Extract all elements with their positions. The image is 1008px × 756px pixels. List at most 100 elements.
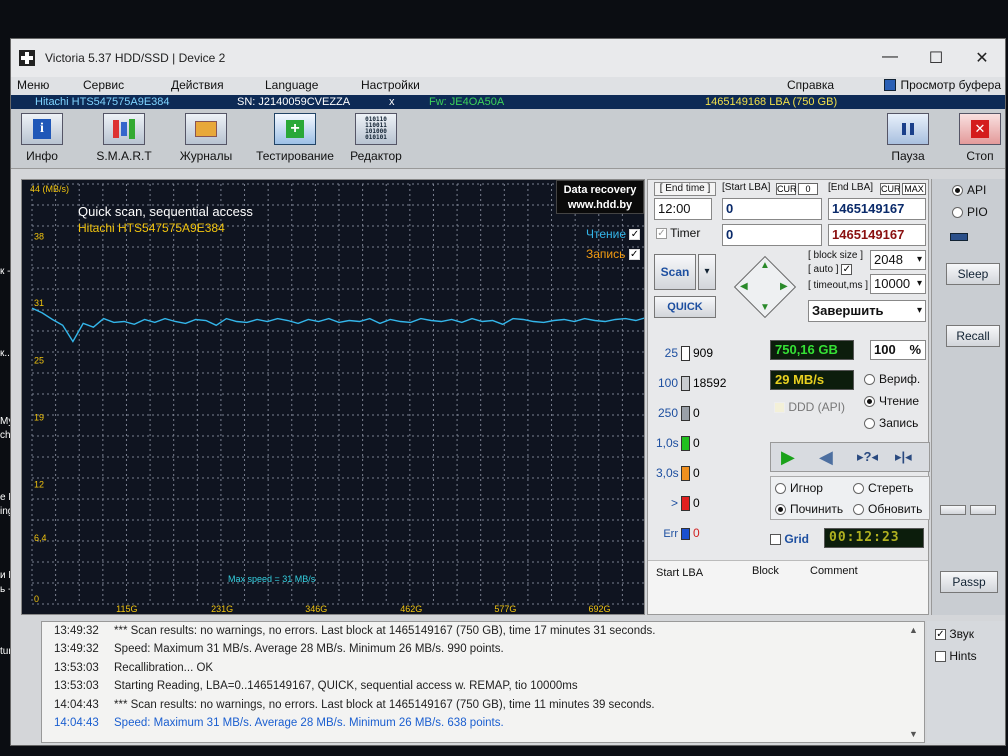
read-radio-dot[interactable]: [864, 396, 875, 408]
ignore-radio[interactable]: Игнор: [775, 481, 823, 495]
event-log[interactable]: 13:49:32 *** Scan results: no warnings, n…: [41, 621, 925, 743]
testing-button[interactable]: + Тестирование: [255, 113, 335, 163]
sleep-button[interactable]: Sleep: [946, 263, 1000, 285]
ddd-api-toggle[interactable]: DDD (API): [774, 400, 845, 414]
block-size-select[interactable]: 2048 ▾: [870, 250, 926, 270]
reverse-icon[interactable]: ◀: [819, 447, 833, 468]
erase-label: Стереть: [868, 481, 914, 495]
start-lba-input[interactable]: 0: [722, 198, 822, 220]
hints-checkbox[interactable]: [935, 651, 946, 663]
write-legend[interactable]: Запись ✓: [586, 247, 640, 261]
finish-action-select[interactable]: Завершить ▾: [808, 300, 926, 322]
end-max-button[interactable]: MAX: [902, 183, 926, 195]
data-recovery-text: Data recovery: [563, 184, 637, 196]
journals-button[interactable]: Журналы: [171, 113, 241, 163]
arrow-up-icon[interactable]: ▲: [760, 260, 770, 271]
log-message: *** Scan results: no warnings, no errors…: [114, 625, 656, 637]
info-button[interactable]: i Инфо: [7, 113, 77, 163]
ignore-radio-dot[interactable]: [775, 483, 786, 495]
start-cur-button[interactable]: CUR: [776, 183, 797, 195]
menu-settings[interactable]: Настройки: [361, 78, 420, 92]
direction-pad[interactable]: ▲ ▼ ◀ ▶: [733, 255, 797, 319]
verify-radio-dot[interactable]: [864, 374, 875, 386]
timer-checkbox[interactable]: ✓: [656, 228, 667, 240]
menu-service[interactable]: Сервис: [83, 78, 124, 92]
menu-actions[interactable]: Действия: [171, 78, 224, 92]
log-row: 13:53:03 Starting Reading, LBA=0..1465149…: [42, 680, 924, 698]
log-scroll-down-icon[interactable]: ▼: [909, 729, 918, 739]
arrow-left-icon[interactable]: ◀: [740, 281, 748, 292]
butterfly-seek-icon[interactable]: ▸|◂: [895, 449, 912, 465]
write-checkbox[interactable]: ✓: [628, 249, 640, 261]
table-header-comment[interactable]: Comment: [810, 565, 858, 577]
api-radio[interactable]: API: [952, 183, 986, 197]
read-checkbox[interactable]: ✓: [629, 229, 641, 241]
timer-toggle[interactable]: ✓ Timer: [656, 226, 700, 240]
write-radio[interactable]: Запись: [864, 416, 918, 430]
arrow-right-icon[interactable]: ▶: [780, 281, 788, 292]
table-header-block[interactable]: Block: [752, 565, 779, 577]
start-zero-button[interactable]: 0: [798, 183, 818, 195]
api-radio-dot[interactable]: [952, 185, 963, 197]
refresh-radio-dot[interactable]: [853, 504, 864, 516]
pause-button[interactable]: Пауза: [873, 113, 943, 163]
block-swatch: [681, 406, 690, 422]
write-radio-dot[interactable]: [864, 418, 875, 430]
passp-button[interactable]: Passp: [940, 571, 998, 593]
pio-radio[interactable]: PIO: [952, 205, 988, 219]
sound-toggle[interactable]: ✓ Звук: [935, 627, 974, 641]
arrow-down-icon[interactable]: ▼: [760, 302, 770, 313]
auto-checkbox[interactable]: ✓: [841, 264, 853, 275]
scan-dropdown-button[interactable]: ▾: [698, 254, 716, 290]
end-lba-input[interactable]: 1465149167: [828, 198, 926, 220]
log-scroll-up-icon[interactable]: ▲: [909, 625, 918, 635]
repair-radio-dot[interactable]: [775, 504, 786, 516]
sound-checkbox[interactable]: ✓: [935, 629, 946, 641]
recall-button[interactable]: Recall: [946, 325, 1000, 347]
erase-radio[interactable]: Стереть: [853, 481, 913, 495]
grid-checkbox[interactable]: [770, 534, 781, 546]
verify-radio[interactable]: Вериф.: [864, 372, 920, 386]
victoria-window: Victoria 5.37 HDD/SSD | Device 2 — ☐ ✕ М…: [10, 38, 1006, 746]
desktop-label: ch: [0, 430, 11, 441]
minimize-button[interactable]: —: [867, 48, 913, 68]
speed-display: 29 MB/s: [770, 370, 854, 390]
data-recovery-badge[interactable]: Data recovery www.hdd.by: [556, 180, 644, 214]
menu-language[interactable]: Language: [265, 78, 318, 92]
x-tick-label: 577G: [494, 604, 516, 614]
buffer-view-button[interactable]: Просмотр буфера: [884, 78, 1001, 92]
play-icon[interactable]: ▶: [781, 447, 795, 468]
end-cur-button[interactable]: CUR: [880, 183, 901, 195]
close-button[interactable]: ✕: [959, 48, 1005, 68]
auto-toggle[interactable]: [ auto ] ✓: [808, 264, 853, 275]
menu-help[interactable]: Справка: [787, 78, 834, 92]
title-bar[interactable]: Victoria 5.37 HDD/SSD | Device 2 — ☐ ✕: [11, 39, 1005, 77]
table-header-start-lba[interactable]: Start LBA: [656, 567, 703, 579]
stop-button[interactable]: ✕ Стоп: [945, 113, 1008, 163]
read-radio[interactable]: Чтение: [864, 394, 919, 408]
log-time: 13:53:03: [54, 661, 99, 674]
maximize-button[interactable]: ☐: [913, 48, 959, 68]
block-stat-label: 1,0s: [656, 436, 679, 450]
grid-toggle[interactable]: Grid: [770, 532, 809, 546]
random-seek-icon[interactable]: ▸?◂: [857, 449, 878, 465]
quick-mode-button[interactable]: QUICK: [654, 296, 716, 318]
block-swatch: [681, 496, 690, 512]
read-legend[interactable]: Чтение ✓: [586, 227, 641, 241]
timer-input[interactable]: 0: [722, 224, 822, 246]
editor-button[interactable]: 010110 110011 101000 010101 Редактор: [341, 113, 411, 163]
repair-radio[interactable]: Починить: [775, 502, 843, 516]
scan-button[interactable]: Scan: [654, 254, 696, 290]
small-button-left[interactable]: [940, 505, 966, 515]
refresh-radio[interactable]: Обновить: [853, 502, 922, 516]
timeout-select[interactable]: 10000 ▾: [870, 274, 926, 294]
end-time-input[interactable]: 12:00: [654, 198, 712, 220]
small-button-right[interactable]: [970, 505, 996, 515]
info-label: Инфо: [26, 149, 58, 163]
menu-main[interactable]: Меню: [17, 78, 49, 92]
pio-radio-dot[interactable]: [952, 207, 963, 219]
ddd-api-checkbox[interactable]: [774, 402, 785, 414]
hints-toggle[interactable]: Hints: [935, 649, 977, 663]
erase-radio-dot[interactable]: [853, 483, 864, 495]
smart-button[interactable]: S.M.A.R.T: [89, 113, 159, 163]
